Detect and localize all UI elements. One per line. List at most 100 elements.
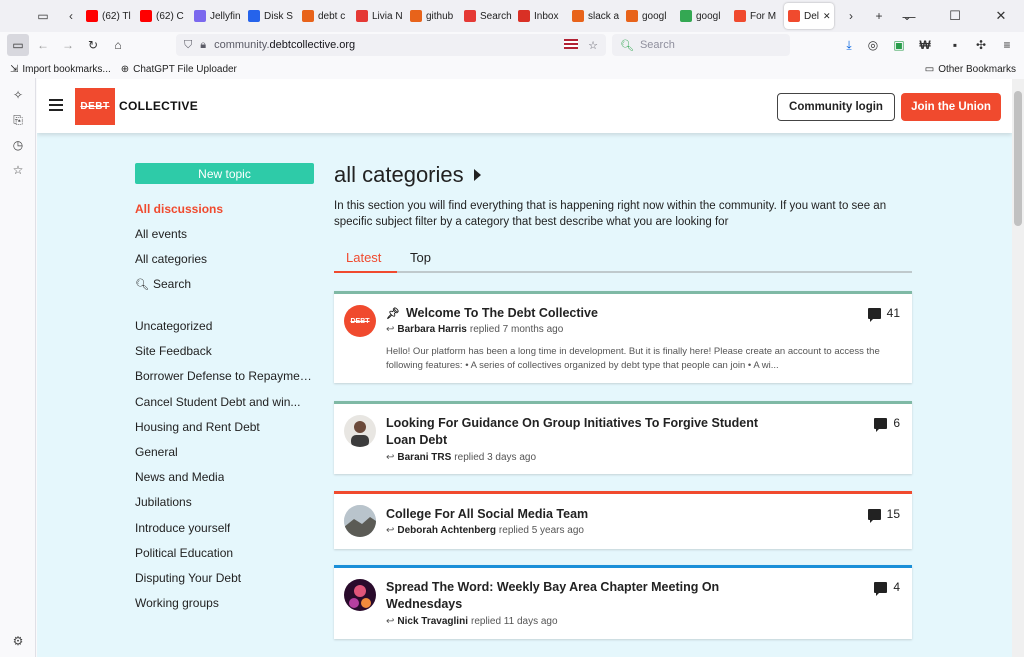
category-link[interactable]: News and Media [135,470,224,484]
topic-card[interactable]: Spread The Word: Weekly Bay Area Chapter… [334,565,912,639]
topic-meta: ↩ Deborah Achtenberg replied 5 years ago [386,525,584,536]
topic-card[interactable]: College For All Social Media Team ↩ Debor… [334,491,912,549]
sidebar-settings-icon[interactable]: ⚙ [11,634,25,648]
nav-all-categories[interactable]: All categories [135,252,207,266]
url-bar[interactable]: ⛉ 🔒︎ community.debtcollective.org ☆ [176,34,606,56]
account-icon[interactable]: ◎ [862,34,884,56]
browser-tab[interactable]: slack a [568,3,620,29]
extension-w-icon[interactable]: ₩ [914,34,936,56]
browser-tab[interactable]: googl [676,3,728,29]
extension-green-icon[interactable]: ▣ [888,34,910,56]
minimize-icon[interactable]: — [886,0,932,32]
browser-tab[interactable]: googl [622,3,674,29]
browser-tab[interactable]: For M [730,3,782,29]
join-union-button[interactable]: Join the Union [901,93,1001,121]
other-bookmarks[interactable]: ▭ Other Bookmarks [925,64,1016,75]
avatar[interactable] [344,505,376,537]
back-icon[interactable]: ← [32,34,54,56]
category-link[interactable]: Introduce yourself [135,521,230,535]
category-link[interactable]: Cancel Student Debt and win... [135,395,300,409]
tab-label: Del [804,10,820,22]
bookmark-star-icon[interactable]: ☆ [588,39,598,52]
category-link[interactable]: Housing and Rent Debt [135,420,260,434]
topic-author[interactable]: Barbara Harris [397,324,466,335]
lock-icon[interactable]: 🔒︎ [200,39,206,52]
landscape-avatar-icon [344,505,376,537]
tabs-scroll-right-icon[interactable]: › [840,5,862,27]
nav-all-events[interactable]: All events [135,227,187,241]
browser-tab[interactable]: Search [460,3,512,29]
close-icon[interactable]: ✕ [978,0,1024,32]
bookmark-chatgpt[interactable]: ⊕ ChatGPT File Uploader [121,64,237,75]
topic-author[interactable]: Deborah Achtenberg [397,525,496,536]
extensions-icon[interactable]: ✣ [970,34,992,56]
tab-top[interactable]: Top [410,250,431,265]
ai-chat-icon[interactable]: ✧ [11,88,25,102]
caret-right-icon[interactable] [473,169,481,181]
bookmark-import[interactable]: ⇲ Import bookmarks... [10,64,111,75]
new-topic-button[interactable]: New topic [135,163,314,184]
tab-latest[interactable]: Latest [346,250,381,265]
avatar[interactable] [344,415,376,447]
url-text[interactable]: community.debtcollective.org [214,39,355,51]
browser-tab[interactable]: (62) Tl [82,3,134,29]
synced-tabs-icon[interactable]: ⎘ [11,113,25,127]
topic-title[interactable]: College For All Social Media Team [386,506,786,523]
page-scrollbar[interactable] [1012,79,1024,657]
tab-label: Disk S [264,10,293,22]
topic-card[interactable]: DEBT 📌︎ Welcome To The Debt Collective ↩ B… [334,291,912,383]
maximize-icon[interactable]: ☐ [932,0,978,32]
avatar[interactable]: DEBT [344,305,376,337]
topic-replied-time: replied 7 months ago [469,324,564,335]
sidebar-toggle-icon[interactable]: ▭ [7,34,29,56]
browser-tab[interactable]: Del ✕ [784,3,834,29]
topic-title[interactable]: Spread The Word: Weekly Bay Area Chapter… [386,579,786,613]
hamburger-menu-icon[interactable] [49,99,63,111]
category-link[interactable]: Uncategorized [135,319,212,333]
bookmarks-icon[interactable]: ☆ [11,163,25,177]
tab-close-icon[interactable]: ✕ [823,11,831,22]
nav-search[interactable]: 🔍︎ Search [135,277,191,291]
search-engine-icon[interactable]: 🔍︎ [620,39,634,52]
category-link[interactable]: General [135,445,178,459]
history-icon[interactable]: ◷ [11,138,25,152]
menu-icon[interactable]: ≡ [996,34,1018,56]
category-link[interactable]: Borrower Defense to Repaymen... [135,369,313,383]
downloads-icon[interactable]: ⤓ [838,34,860,56]
home-icon[interactable]: ⌂ [107,34,129,56]
search-bar[interactable]: 🔍︎ Search [612,34,790,56]
topic-author[interactable]: Nick Travaglini [397,616,468,627]
topic-title[interactable]: 📌︎ Welcome To The Debt Collective [386,305,786,323]
tab-overview-icon[interactable]: ▭ [32,5,54,27]
scrollbar-thumb[interactable] [1014,91,1022,226]
topic-author[interactable]: Barani TRS [397,452,451,463]
browser-tab[interactable]: github [406,3,458,29]
category-color-bar [334,491,912,494]
browser-tab[interactable]: Jellyfin [190,3,242,29]
category-link[interactable]: Political Education [135,546,233,560]
browser-tab[interactable]: Disk S [244,3,296,29]
avatar[interactable] [344,579,376,611]
tab-favicon-icon [680,10,692,22]
community-login-button[interactable]: Community login [777,93,895,121]
browser-tab[interactable]: debt c [298,3,350,29]
nav-all-discussions[interactable]: All discussions [135,202,223,216]
extension-box-icon[interactable]: ▪ [944,34,966,56]
reload-icon[interactable]: ↻ [82,34,104,56]
browser-tab[interactable]: Livia N [352,3,404,29]
browser-tab[interactable]: Inbox [514,3,566,29]
language-flag-icon[interactable] [564,39,578,49]
nav-search-label: Search [152,277,191,291]
logo-mark[interactable]: DEBT [75,88,115,125]
topic-card[interactable]: Looking For Guidance On Group Initiative… [334,401,912,474]
category-link[interactable]: Jubilations [135,495,192,509]
category-link[interactable]: Site Feedback [135,344,212,358]
category-link[interactable]: Working groups [135,596,219,610]
topic-title[interactable]: Looking For Guidance On Group Initiative… [386,415,786,449]
forward-icon[interactable]: → [57,34,79,56]
tabs-scroll-left-icon[interactable]: ‹ [60,5,82,27]
browser-tab[interactable]: (62) C [136,3,188,29]
logo-text[interactable]: COLLECTIVE [119,99,198,113]
shield-icon[interactable]: ⛉ [184,39,192,52]
category-link[interactable]: Disputing Your Debt [135,571,241,585]
